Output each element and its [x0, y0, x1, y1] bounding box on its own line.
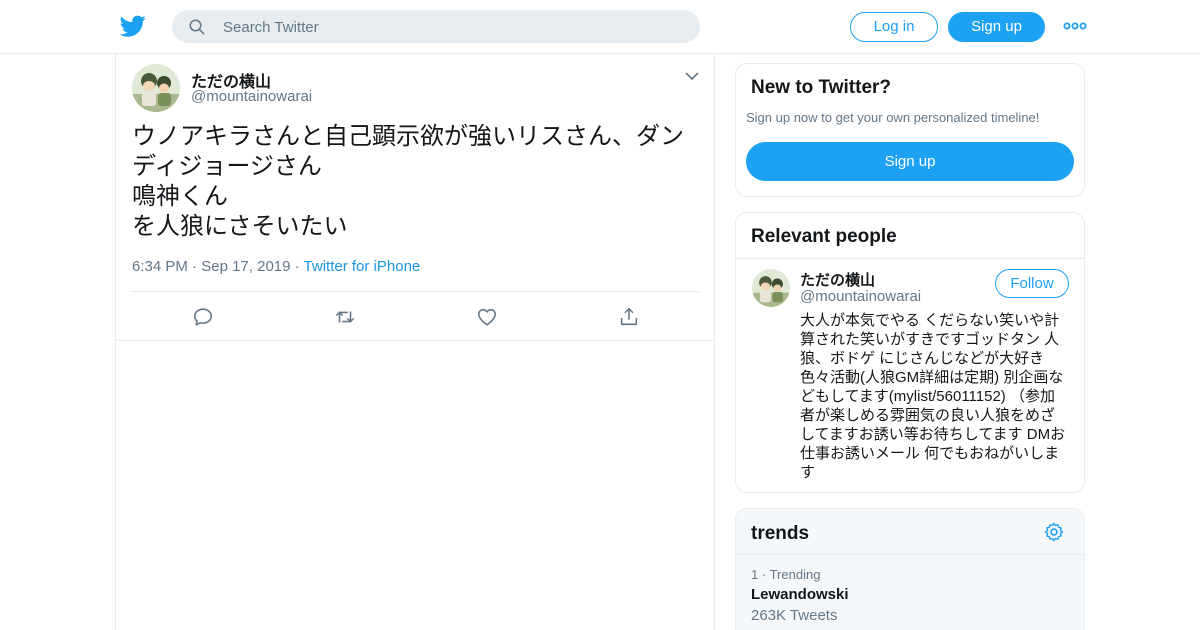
main-timeline-column: ただの横山 @mountainowarai ウノアキラさんと自己顕示欲が強いリス… — [115, 54, 715, 630]
trend-rank: 1 — [751, 567, 759, 582]
like-icon[interactable] — [476, 306, 498, 328]
tweet-source-link[interactable]: Twitter for iPhone — [304, 258, 421, 275]
relevant-people-module: Relevant people ただの横山 @mountainowarai Fo… — [735, 212, 1085, 493]
follow-button[interactable]: Follow — [995, 269, 1069, 298]
gear-icon[interactable] — [1043, 521, 1065, 543]
signup-button-large[interactable]: Sign up — [746, 142, 1074, 181]
bio-line: 大人が本気でやる くだらない笑いや計 — [800, 312, 1060, 329]
tweet-text-line: ディジョージさん — [132, 153, 322, 180]
trend-context: Trending — [769, 567, 821, 582]
person-name[interactable]: ただの横山 — [800, 269, 875, 290]
tweet-date[interactable]: Sep 17, 2019 — [201, 258, 290, 275]
trend-name[interactable]: Lewandowski — [751, 586, 849, 603]
avatar[interactable] — [132, 64, 180, 112]
tweet[interactable]: ただの横山 @mountainowarai ウノアキラさんと自己顕示欲が強いリス… — [116, 54, 714, 341]
bio-line: 算された笑いがすきですゴッドタン 人 — [800, 331, 1060, 348]
module-title: trends — [751, 523, 810, 544]
reply-icon[interactable] — [192, 306, 214, 328]
bio-line: 狼、ボドゲ にじさんじなどが大好き — [800, 350, 1045, 367]
bio-line: す — [800, 464, 816, 481]
search-icon — [189, 19, 205, 35]
meta-separator: · — [294, 258, 300, 275]
divider — [736, 258, 1084, 259]
bio-line: 者が楽しめる雰囲気の良い人狼をめざ — [800, 407, 1056, 424]
module-title: New to Twitter? — [751, 77, 892, 98]
tweet-time[interactable]: 6:34 PM — [132, 258, 188, 275]
tweet-metadata: 6:34 PM · Sep 17, 2019 · Twitter for iPh… — [132, 258, 420, 275]
person-bio: 大人が本気でやる くだらない笑いや計 算された笑いがすきですゴッドタン 人 狼、… — [800, 311, 1072, 482]
tweet-text: ウノアキラさんと自己顕示欲が強いリスさん、ダン ディジョージさん 鳴神くん を人… — [132, 122, 692, 242]
tweet-text-line: を人狼にさそいたい — [132, 213, 348, 240]
new-to-twitter-module: New to Twitter? Sign up now to get your … — [735, 63, 1085, 197]
bio-line: してますお誘い等お待ちしてます DMお — [800, 426, 1066, 443]
search-input[interactable]: Search Twitter — [223, 19, 319, 36]
search-box[interactable]: Search Twitter — [172, 10, 700, 43]
share-icon[interactable] — [618, 306, 640, 328]
meta-separator: · — [192, 258, 198, 275]
person-handle[interactable]: @mountainowarai — [800, 288, 921, 305]
login-button[interactable]: Log in — [850, 12, 938, 42]
meta-separator: · — [761, 567, 767, 582]
tweet-text-line: ウノアキラさんと自己顕示欲が強いリスさん、ダン — [132, 123, 684, 150]
tweet-text-line: 鳴神くん — [132, 183, 228, 210]
trends-module: trends 1 · Trending Lewandowski 263K Twe… — [735, 508, 1085, 630]
chevron-down-icon[interactable] — [684, 70, 700, 82]
module-subtitle: Sign up now to get your own personalized… — [746, 110, 1040, 125]
tweet-actions — [130, 291, 700, 341]
bio-line: 色々活動(人狼GM詳細は定期) 別企画な — [800, 369, 1064, 386]
top-navigation-bar: Search Twitter Log in Sign up — [0, 0, 1200, 54]
signup-button[interactable]: Sign up — [948, 12, 1045, 42]
author-handle[interactable]: @mountainowarai — [191, 88, 312, 105]
retweet-icon[interactable] — [334, 306, 356, 328]
more-dots-icon[interactable] — [1063, 16, 1087, 36]
bio-line: どもしてます(mylist/56011152) （参加 — [800, 388, 1055, 405]
trend-meta: 1 · Trending — [751, 567, 820, 582]
bio-line: 仕事お誘いメール 何でもおねがいしま — [800, 445, 1060, 462]
twitter-bird-icon[interactable] — [120, 13, 146, 39]
divider — [736, 554, 1084, 555]
module-title: Relevant people — [751, 226, 897, 247]
trend-tweet-count: 263K Tweets — [751, 607, 838, 624]
avatar[interactable] — [752, 269, 790, 307]
